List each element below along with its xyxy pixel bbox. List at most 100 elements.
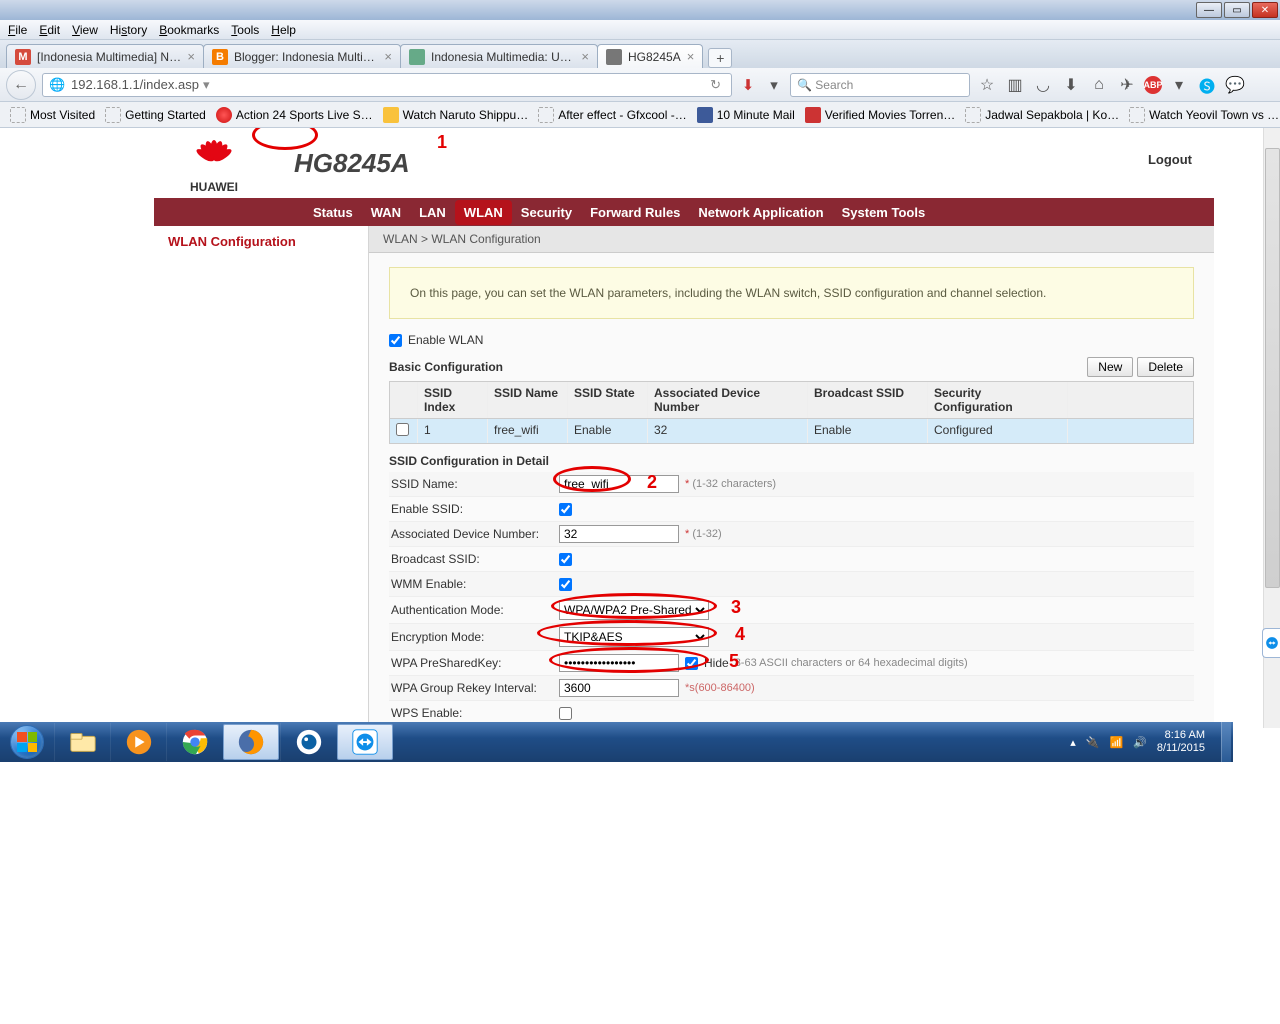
library-icon[interactable]: ▥ (1004, 74, 1026, 96)
new-tab-button[interactable]: + (708, 48, 732, 68)
menu-view[interactable]: View (66, 22, 104, 38)
new-button[interactable]: New (1087, 357, 1133, 377)
menu-edit[interactable]: Edit (33, 22, 66, 38)
bookmark-item[interactable]: Most Visited (6, 105, 99, 125)
nav-wlan[interactable]: WLAN (455, 200, 512, 225)
menu-bookmarks[interactable]: Bookmarks (153, 22, 225, 38)
downloads-icon[interactable]: ⬇ (1060, 74, 1082, 96)
psk-input[interactable] (559, 654, 679, 672)
nav-network-application[interactable]: Network Application (689, 200, 832, 225)
nav-lan[interactable]: LAN (410, 200, 455, 225)
tray-clock[interactable]: 8:16 AM 8/11/2015 (1157, 729, 1211, 755)
download-blocked-icon[interactable]: ⬇ (738, 75, 758, 95)
tab-close-icon[interactable]: × (384, 49, 392, 64)
tray-power-icon[interactable]: 🔌 (1086, 736, 1100, 749)
menu-history[interactable]: History (104, 22, 153, 38)
nav-system-tools[interactable]: System Tools (833, 200, 935, 225)
tray-volume-icon[interactable]: 🔊 (1133, 736, 1147, 749)
enable-wlan-checkbox[interactable] (389, 334, 402, 347)
ssid-table: SSID IndexSSID NameSSID StateAssociated … (389, 381, 1194, 444)
menu-button[interactable] (1252, 74, 1274, 96)
taskbar-teamviewer[interactable] (337, 724, 393, 760)
logout-link[interactable]: Logout (1148, 152, 1192, 167)
skype-icon[interactable]: 🅢 (1196, 74, 1218, 96)
basic-config-title: Basic Configuration New Delete (389, 357, 1194, 377)
menu-help[interactable]: Help (265, 22, 302, 38)
url-dropdown-icon[interactable]: ▾ (199, 77, 214, 93)
search-bar[interactable]: 🔍 Search (790, 73, 970, 97)
dropdown2-icon[interactable]: ▾ (1168, 74, 1190, 96)
menu-tools[interactable]: Tools (225, 22, 265, 38)
enc-label: Encryption Mode: (389, 630, 559, 644)
browser-tab[interactable]: HG8245A× (597, 44, 703, 68)
bookmark-item[interactable]: After effect - Gfxcool -… (534, 105, 690, 125)
broadcast-label: Broadcast SSID: (389, 552, 559, 566)
browser-tab[interactable]: Indonesia Multimedia: Use…× (400, 44, 598, 68)
tray-network-icon[interactable]: 📶 (1109, 736, 1123, 749)
nav-status[interactable]: Status (304, 200, 362, 225)
bookmark-item[interactable]: Verified Movies Torren… (801, 105, 960, 125)
window-maximize-button[interactable]: ▭ (1224, 2, 1250, 18)
bookmark-item[interactable]: Action 24 Sports Live S… (212, 105, 377, 125)
bookmark-item[interactable]: 10 Minute Mail (693, 105, 799, 125)
home-icon[interactable]: ⌂ (1088, 74, 1110, 96)
delete-button[interactable]: Delete (1137, 357, 1194, 377)
page-viewport: HUAWEI HG8245A Logout 1 StatusWANLANWLAN… (0, 128, 1280, 728)
taskbar-chrome[interactable] (166, 723, 222, 761)
psk-hide-checkbox[interactable] (685, 657, 698, 670)
taskbar-camera[interactable] (280, 723, 336, 761)
bookmark-star-icon[interactable]: ☆ (976, 74, 998, 96)
ssid-name-input[interactable] (559, 475, 679, 493)
enable-ssid-checkbox[interactable] (559, 503, 572, 516)
ssid-name-label: SSID Name: (389, 477, 559, 491)
huawei-petals-icon (189, 142, 239, 178)
auth-select[interactable]: WPA/WPA2 Pre-Shared (559, 600, 709, 620)
start-button[interactable] (0, 722, 54, 762)
window-close-button[interactable]: ✕ (1252, 2, 1278, 18)
enc-select[interactable]: TKIP&AES (559, 627, 709, 647)
reload-button[interactable]: ↻ (706, 77, 725, 93)
assoc-input[interactable] (559, 525, 679, 543)
show-desktop-button[interactable] (1221, 722, 1231, 762)
table-row[interactable]: 1free_wifiEnable32EnableConfigured (389, 418, 1194, 444)
pocket-icon[interactable]: ◡ (1032, 74, 1054, 96)
send-icon[interactable]: ✈ (1116, 74, 1138, 96)
browser-navbar: ← 🌐 192.168.1.1/index.asp ▾ ↻ ⬇ ▾ 🔍 Sear… (0, 68, 1280, 102)
brand-wordmark: HUAWEI (190, 180, 238, 194)
tab-close-icon[interactable]: × (187, 49, 195, 64)
back-button[interactable]: ← (6, 70, 36, 100)
nav-forward-rules[interactable]: Forward Rules (581, 200, 689, 225)
enable-wlan-label: Enable WLAN (408, 333, 483, 347)
nav-wan[interactable]: WAN (362, 200, 410, 225)
taskbar-explorer[interactable] (54, 723, 110, 761)
blank-area (0, 762, 1280, 1024)
browser-tab[interactable]: BBlogger: Indonesia Multim…× (203, 44, 401, 68)
wps-enable-checkbox[interactable] (559, 707, 572, 720)
bookmark-item[interactable]: Jadwal Sepakbola | Ko… (961, 105, 1123, 125)
url-bar[interactable]: 🌐 192.168.1.1/index.asp ▾ ↻ (42, 73, 732, 97)
tab-close-icon[interactable]: × (581, 49, 589, 64)
browser-tab[interactable]: M[Indonesia Multimedia] Ne…× (6, 44, 204, 68)
bookmark-item[interactable]: Getting Started (101, 105, 210, 125)
nav-security[interactable]: Security (512, 200, 581, 225)
window-minimize-button[interactable]: — (1196, 2, 1222, 18)
enable-ssid-label: Enable SSID: (389, 502, 559, 516)
adblock-icon[interactable]: ABP (1144, 76, 1162, 94)
tab-close-icon[interactable]: × (687, 49, 695, 64)
tray-show-hidden-icon[interactable]: ▴ (1070, 736, 1076, 749)
teamviewer-side-tab[interactable] (1262, 628, 1280, 658)
wmm-checkbox[interactable] (559, 578, 572, 591)
broadcast-checkbox[interactable] (559, 553, 572, 566)
taskbar-firefox[interactable] (223, 724, 279, 760)
dropdown-icon[interactable]: ▾ (764, 75, 784, 95)
sidebar-item-wlan-config[interactable]: WLAN Configuration (154, 226, 368, 257)
bookmark-item[interactable]: Watch Yeovil Town vs … (1125, 105, 1280, 125)
bookmark-item[interactable]: Watch Naruto Shippu… (379, 105, 533, 125)
rekey-input[interactable] (559, 679, 679, 697)
chat-icon[interactable]: 💬 (1224, 74, 1246, 96)
row-checkbox[interactable] (396, 423, 409, 436)
menu-file[interactable]: File (2, 22, 33, 38)
taskbar-mediaplayer[interactable] (110, 723, 166, 761)
enable-wlan-row: Enable WLAN (389, 333, 1194, 347)
browser-tabstrip: M[Indonesia Multimedia] Ne…×BBlogger: In… (0, 40, 1280, 68)
